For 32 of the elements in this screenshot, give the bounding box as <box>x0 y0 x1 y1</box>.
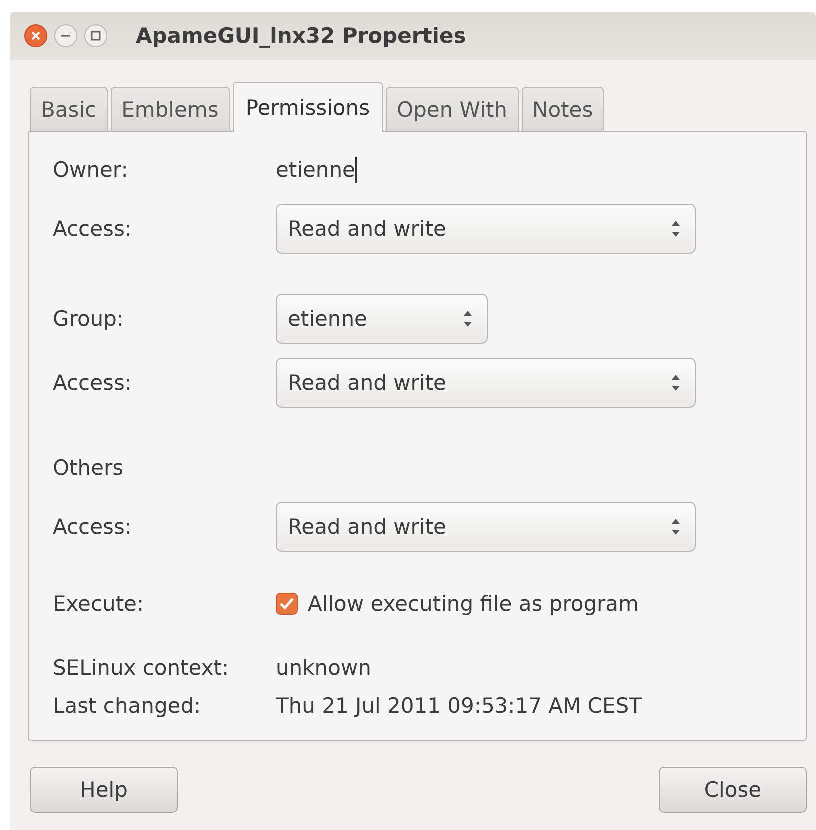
field-label: Access: <box>53 371 133 395</box>
spinner-arrows-icon <box>463 310 473 328</box>
checkbox[interactable] <box>276 593 298 615</box>
dropdown[interactable]: Read and write <box>276 502 696 552</box>
dialog-button[interactable]: Close <box>659 767 807 813</box>
info-value: unknown <box>276 656 372 680</box>
spinner-arrows-icon <box>671 220 681 238</box>
window-title: ApameGUI_lnx32 Properties <box>136 24 466 48</box>
field-label: Group: <box>53 307 126 331</box>
dialog-button[interactable]: Help <box>30 767 178 813</box>
dropdown[interactable]: etienne <box>276 294 488 344</box>
field-label: Owner: <box>53 158 130 182</box>
maximize-icon[interactable] <box>84 24 108 48</box>
tab[interactable]: Emblems <box>110 87 230 131</box>
field-label: Last changed: <box>53 694 202 718</box>
tab[interactable]: Basic <box>30 87 108 131</box>
tab[interactable]: Open With <box>386 87 518 131</box>
field-label: Execute: <box>53 592 146 616</box>
dropdown[interactable]: Read and write <box>276 204 696 254</box>
info-value: Thu 21 Jul 2011 09:53:17 AM CEST <box>276 694 642 718</box>
spinner-arrows-icon <box>671 518 681 536</box>
checkbox-label[interactable]: Allow executing file as program <box>308 592 640 616</box>
dropdown[interactable]: Read and write <box>276 358 696 408</box>
tab[interactable]: Permissions <box>232 82 384 132</box>
field-label: Access: <box>53 217 133 241</box>
field-label: Access: <box>53 515 133 539</box>
field-label: SELinux context: <box>53 656 230 680</box>
tab[interactable]: Notes <box>522 87 604 131</box>
section-heading: Others <box>53 456 125 480</box>
spinner-arrows-icon <box>671 374 681 392</box>
owner-field[interactable]: etienne <box>276 158 356 182</box>
close-icon[interactable] <box>24 24 48 48</box>
